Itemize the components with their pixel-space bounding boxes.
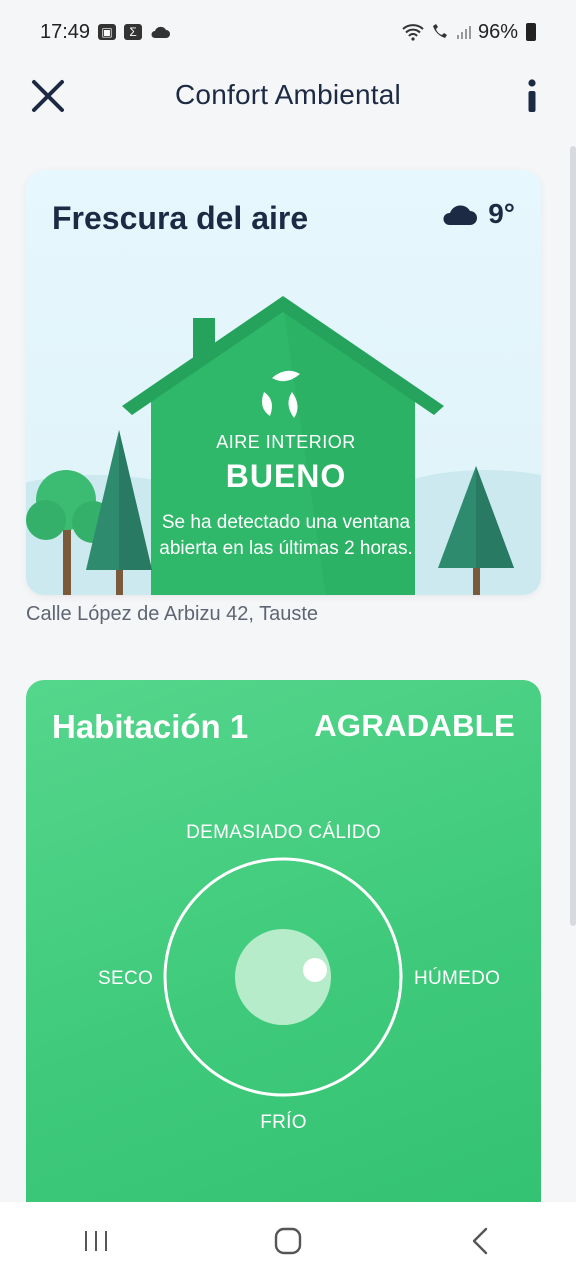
home-icon xyxy=(274,1227,302,1255)
page-title: Confort Ambiental xyxy=(175,79,401,110)
app-bar: Confort Ambiental xyxy=(0,64,576,126)
recents-icon xyxy=(85,1231,107,1251)
sigma-app-icon: Σ xyxy=(124,24,143,40)
back-icon xyxy=(472,1227,488,1255)
cloud-icon xyxy=(443,205,478,225)
room-comfort-status: AGRADABLE xyxy=(314,708,515,743)
recents-button[interactable] xyxy=(66,1221,126,1261)
scrollbar[interactable] xyxy=(570,146,576,926)
system-nav-bar xyxy=(0,1202,576,1280)
wifi-call-icon xyxy=(432,24,447,38)
back-button[interactable] xyxy=(450,1221,510,1261)
air-quality-status: BUENO xyxy=(225,458,347,494)
axis-label-humid: HÚMEDO xyxy=(414,968,501,989)
close-icon[interactable] xyxy=(28,76,68,116)
signal-icon xyxy=(456,26,471,39)
status-bar: 17:49 ▣ Σ 96% xyxy=(0,0,576,64)
home-button[interactable] xyxy=(258,1221,318,1261)
air-card-title: Frescura del aire xyxy=(52,200,309,236)
battery-percent: 96% xyxy=(477,20,518,43)
axis-label-cold: FRÍO xyxy=(260,1112,307,1133)
comfort-dial xyxy=(163,857,403,1097)
weather-widget: 9° xyxy=(440,198,515,230)
air-freshness-card[interactable]: Frescura del aire 9° AIRE INTERIOR BUENO… xyxy=(26,170,541,595)
battery-icon xyxy=(526,23,536,41)
air-quality-label: AIRE INTERIOR xyxy=(216,432,356,452)
status-time: 17:49 xyxy=(40,20,91,43)
address-label: Calle López de Arbizu 42, Tauste xyxy=(26,603,319,625)
info-icon[interactable] xyxy=(524,78,540,114)
gallery-icon: ▣ xyxy=(98,24,117,40)
room-title: Habitación 1 xyxy=(52,708,249,745)
room-comfort-card[interactable]: Habitación 1 AGRADABLE DEMASIADO CÁLIDO … xyxy=(26,680,541,1220)
comfort-indicator-dot xyxy=(303,958,327,982)
axis-label-hot: DEMASIADO CÁLIDO xyxy=(186,822,381,843)
axis-label-dry: SECO xyxy=(98,968,154,989)
air-quality-message: Se ha detectado una ventana abierta en l… xyxy=(159,512,413,559)
wifi-icon xyxy=(402,24,424,41)
outdoor-temperature: 9° xyxy=(488,198,515,229)
cloud-icon xyxy=(151,26,171,38)
